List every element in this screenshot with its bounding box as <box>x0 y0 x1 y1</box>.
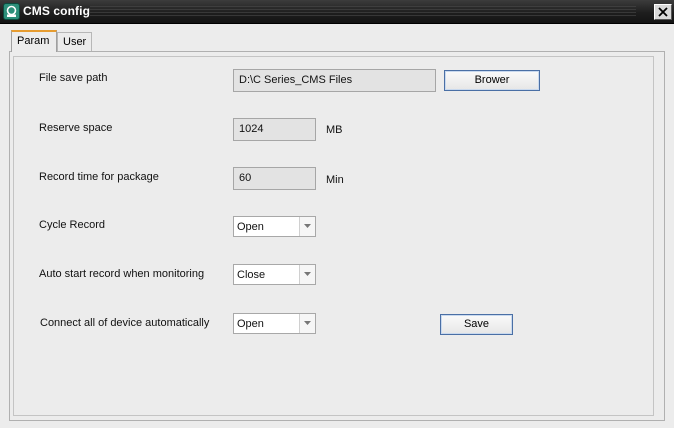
connect-all-dropdown[interactable] <box>299 314 315 333</box>
tab-user[interactable]: User <box>57 32 92 51</box>
chevron-down-icon <box>304 224 311 228</box>
record-time-field[interactable]: 60 <box>233 167 316 190</box>
cms-config-window: CMS config Param User File save path D:\… <box>0 0 674 428</box>
chevron-down-icon <box>304 272 311 276</box>
auto-start-record-label: Auto start record when monitoring <box>39 268 205 280</box>
close-icon <box>658 7 668 17</box>
cycle-record-value: Open <box>237 221 264 233</box>
tab-param-label: Param <box>17 35 50 47</box>
reserve-space-unit: MB <box>326 124 343 136</box>
tab-user-label: User <box>63 36 87 48</box>
file-save-path-field[interactable]: D:\C Series_CMS Files <box>233 69 436 92</box>
chevron-down-icon <box>304 321 311 325</box>
reserve-space-field[interactable]: 1024 <box>233 118 316 141</box>
title-bar[interactable]: CMS config <box>0 0 674 24</box>
tab-param[interactable]: Param <box>11 30 57 52</box>
window-title: CMS config <box>23 4 90 18</box>
browse-button[interactable]: Brower <box>444 70 540 91</box>
close-button[interactable] <box>654 4 672 20</box>
cycle-record-select[interactable]: Open <box>233 216 316 237</box>
auto-start-record-value: Close <box>237 269 266 281</box>
cycle-record-dropdown[interactable] <box>299 217 315 236</box>
record-time-label: Record time for package <box>39 171 159 183</box>
auto-start-record-dropdown[interactable] <box>299 265 315 284</box>
reserve-space-label: Reserve space <box>39 122 113 134</box>
auto-start-record-select[interactable]: Close <box>233 264 316 285</box>
cycle-record-label: Cycle Record <box>39 219 106 231</box>
file-save-path-label: File save path <box>39 72 108 84</box>
connect-all-select[interactable]: Open <box>233 313 316 334</box>
cms-app-icon <box>3 3 20 20</box>
record-time-unit: Min <box>326 174 344 186</box>
param-form <box>13 56 654 416</box>
connect-all-value: Open <box>237 318 264 330</box>
connect-all-label: Connect all of device automatically <box>40 317 210 329</box>
save-button[interactable]: Save <box>440 314 513 335</box>
title-bar-texture <box>90 6 636 18</box>
